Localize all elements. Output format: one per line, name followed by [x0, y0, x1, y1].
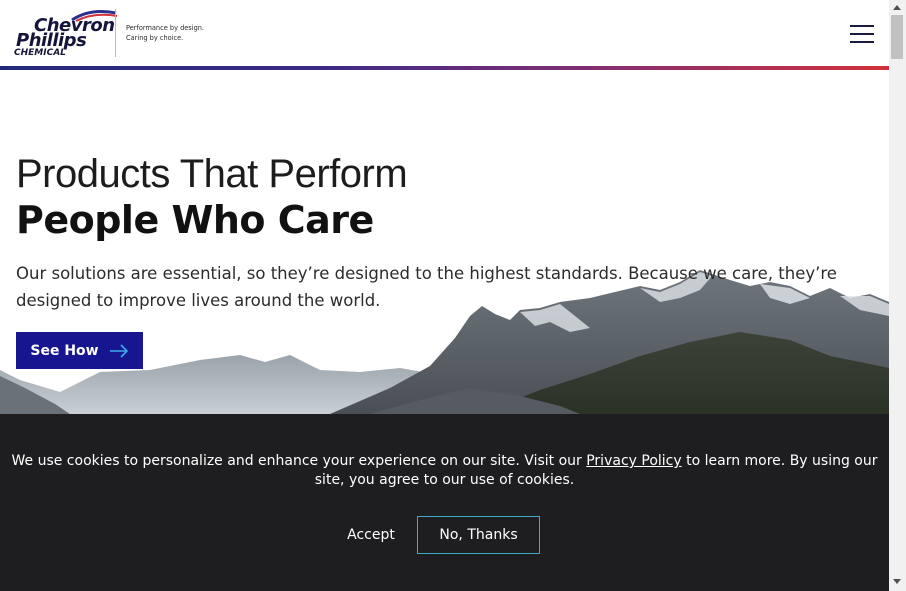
scrollbar-thumb[interactable]: [891, 15, 903, 59]
tagline: Performance by design. Caring by choice.: [126, 23, 204, 43]
scroll-down-arrow-icon[interactable]: [889, 575, 906, 589]
vertical-scrollbar[interactable]: [889, 0, 906, 591]
site-header: Chevron Phillips CHEMICAL Performance by…: [0, 0, 889, 66]
tagline-line-2: Caring by choice.: [126, 34, 184, 42]
hamburger-menu-icon[interactable]: [850, 23, 874, 43]
decline-cookies-button[interactable]: No, Thanks: [417, 516, 540, 554]
cookie-message: We use cookies to personalize and enhanc…: [10, 452, 879, 490]
privacy-policy-link[interactable]: Privacy Policy: [586, 453, 681, 469]
cookie-consent-banner: We use cookies to personalize and enhanc…: [0, 414, 889, 591]
scroll-up-arrow-icon[interactable]: [889, 0, 906, 14]
see-how-button[interactable]: See How: [16, 332, 143, 369]
hero-description: Our solutions are essential, so they’re …: [16, 264, 837, 310]
menu-bar-top: [850, 25, 874, 27]
page: Chevron Phillips CHEMICAL Performance by…: [0, 0, 889, 591]
hero-title-light: Products That Perform: [16, 152, 408, 196]
menu-bar-middle: [850, 33, 874, 35]
accept-cookies-button[interactable]: Accept: [340, 516, 402, 554]
menu-bar-bottom: [850, 41, 874, 43]
tagline-line-1: Performance by design.: [126, 24, 205, 32]
logo-text-chemical: CHEMICAL: [14, 48, 66, 58]
cookie-text-before-link: We use cookies to personalize and enhanc…: [11, 453, 587, 469]
hero-title-bold: People Who Care: [16, 198, 374, 242]
see-how-label: See How: [30, 342, 99, 359]
chevron-phillips-logo[interactable]: Chevron Phillips CHEMICAL: [14, 10, 118, 60]
arrow-right-icon: [109, 343, 128, 358]
logo-divider: [115, 9, 116, 57]
hero-section: Products That Perform People Who Care Ou…: [0, 70, 889, 414]
